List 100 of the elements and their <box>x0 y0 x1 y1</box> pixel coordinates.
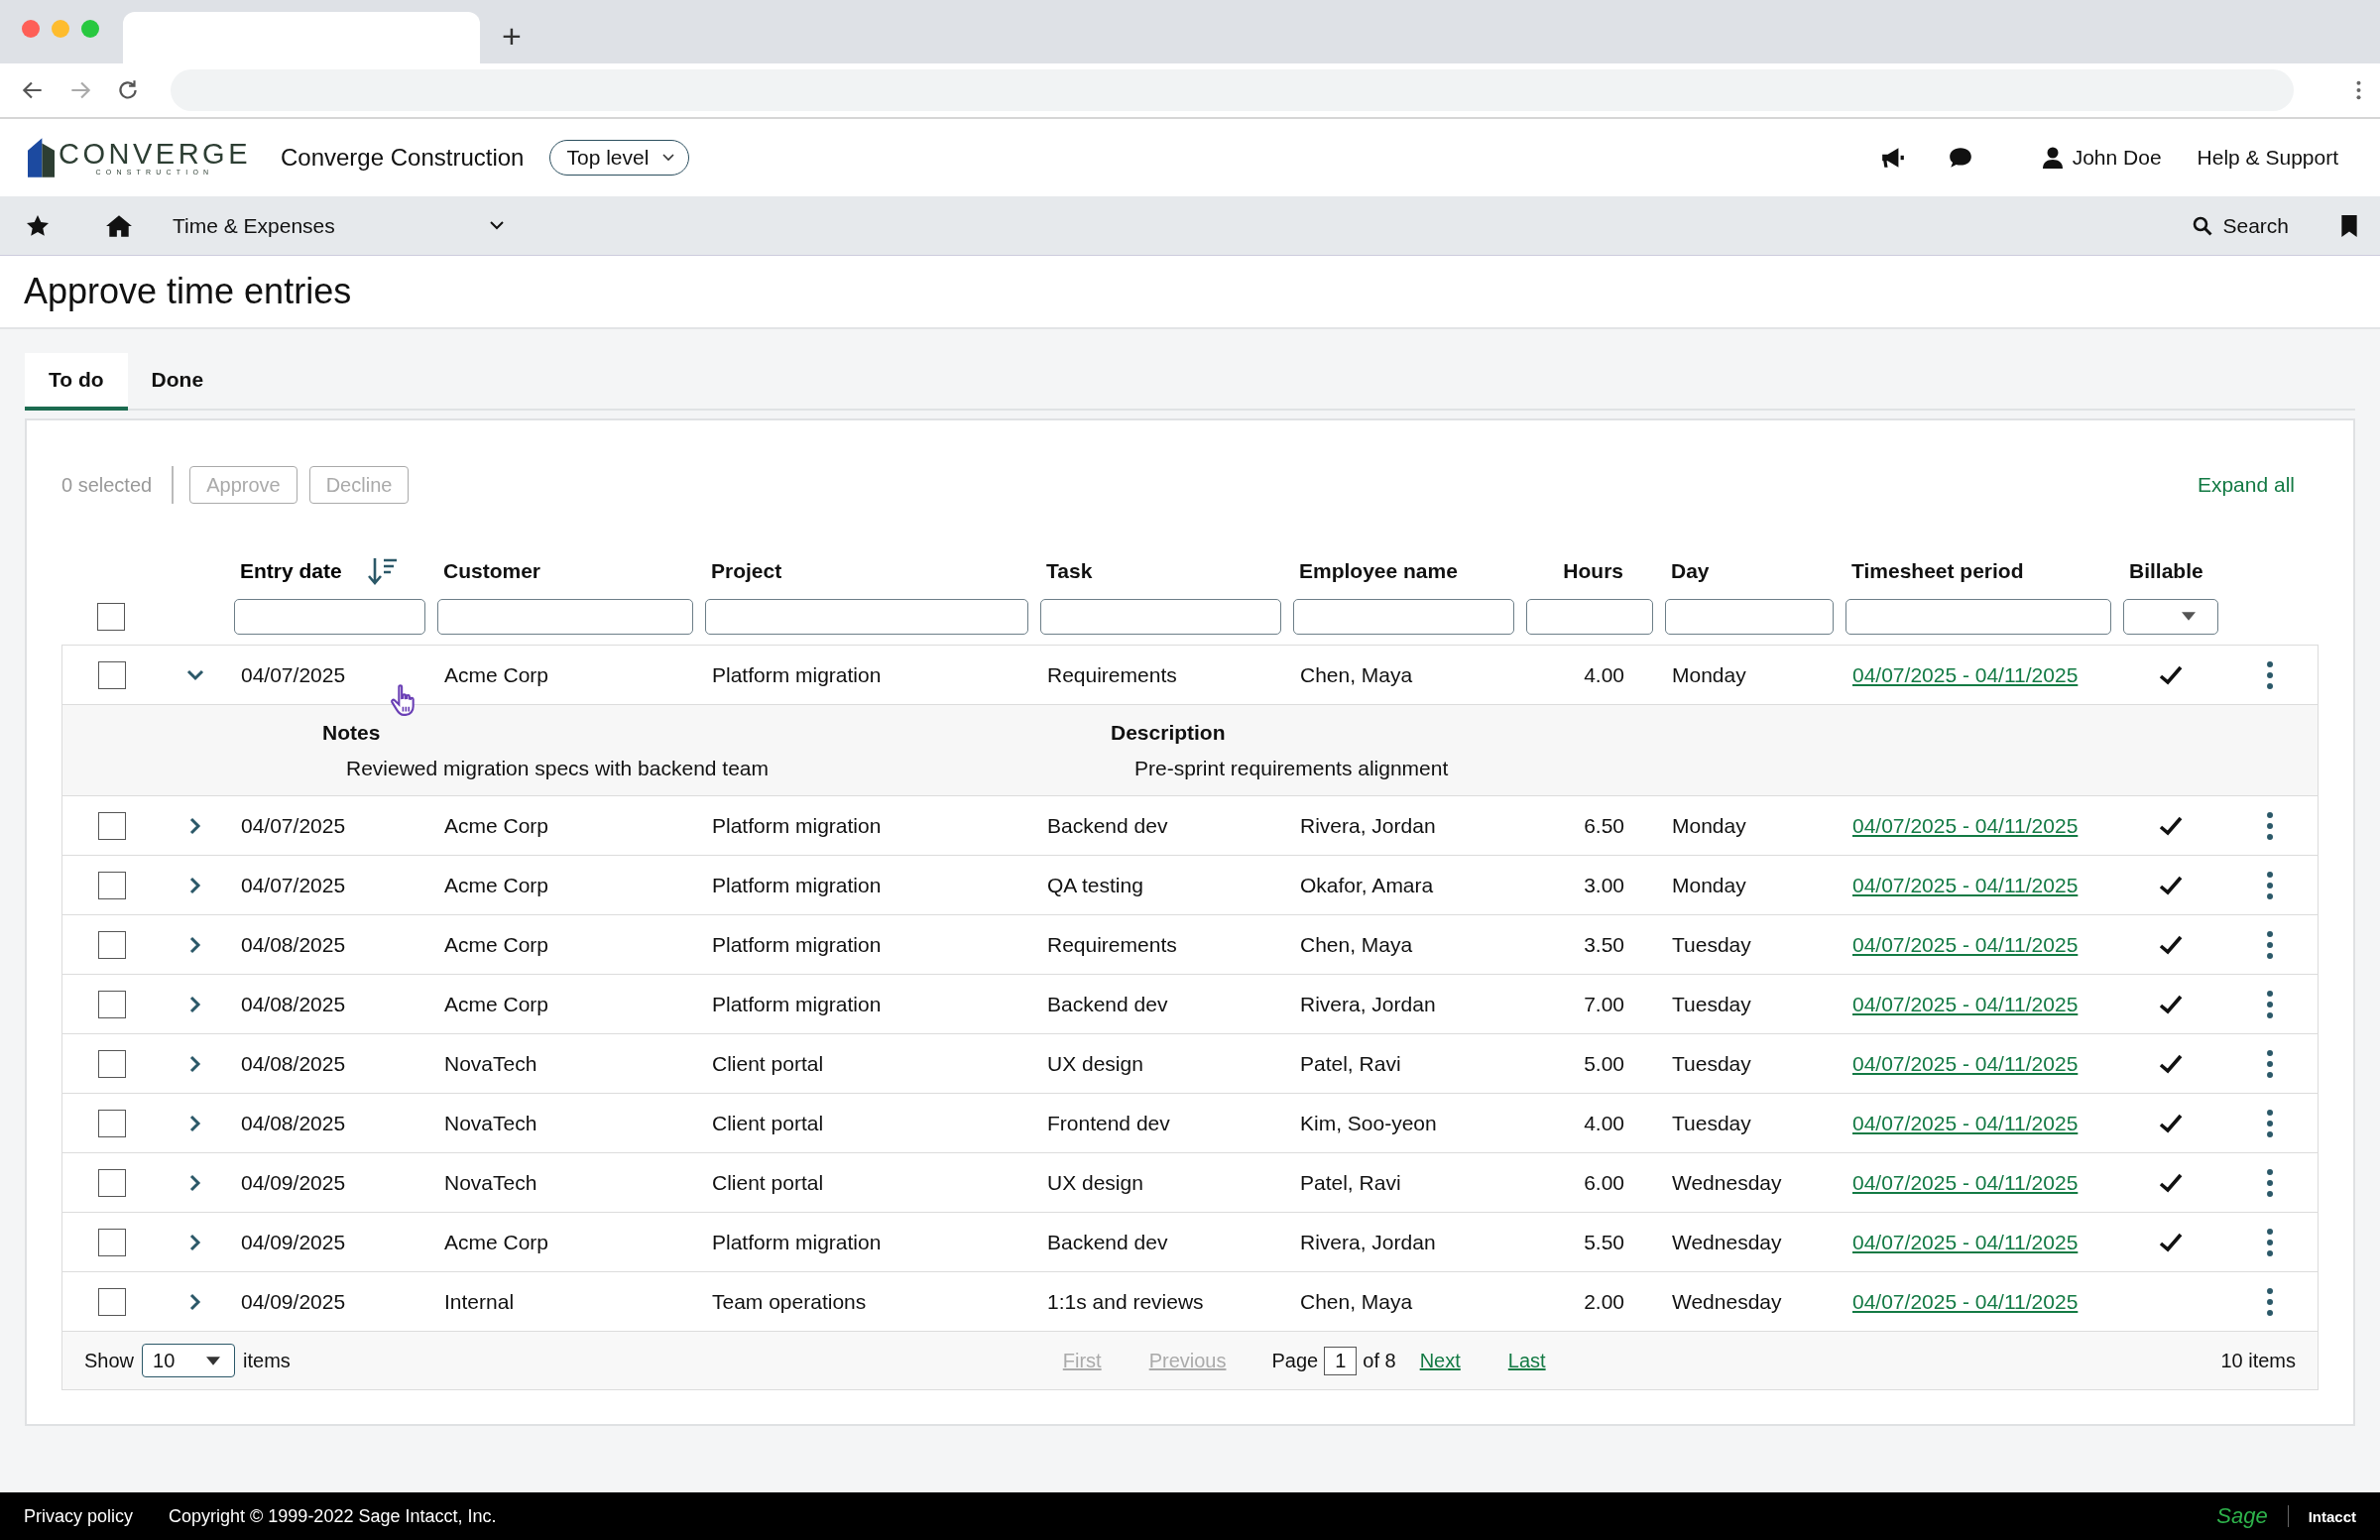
timesheet-period-link[interactable]: 04/07/2025 - 04/11/2025 <box>1852 992 2079 1015</box>
timesheet-period-link[interactable]: 04/07/2025 - 04/11/2025 <box>1852 662 2079 686</box>
more-options-icon[interactable] <box>2267 659 2273 690</box>
more-options-icon[interactable] <box>2267 1167 2273 1198</box>
more-options-icon[interactable] <box>2267 1286 2273 1317</box>
column-header[interactable]: Hours <box>1563 559 1623 583</box>
chevron-right-icon[interactable] <box>189 1114 201 1132</box>
filter-field[interactable] <box>1845 598 2111 635</box>
table-cell: Tuesday <box>1672 932 1751 956</box>
filter-field[interactable] <box>437 598 693 635</box>
pagination-link[interactable]: Next <box>1419 1349 1461 1372</box>
column-header[interactable]: Day <box>1671 559 1710 583</box>
page-size-select[interactable]: 10 <box>142 1344 236 1377</box>
table-cell: Wednesday <box>1672 1289 1782 1313</box>
filter-field[interactable] <box>234 598 425 635</box>
chevron-right-icon[interactable] <box>189 1233 201 1251</box>
row-checkbox[interactable] <box>98 1168 126 1197</box>
bookmark-icon[interactable] <box>2340 213 2358 238</box>
timesheet-period-link[interactable]: 04/07/2025 - 04/11/2025 <box>1852 813 2079 837</box>
table-cell: NovaTech <box>444 1051 537 1075</box>
column-header[interactable]: Task <box>1046 559 1093 583</box>
tab[interactable]: Done <box>127 353 228 411</box>
user-icon[interactable] <box>2042 147 2063 169</box>
table-cell: Acme Corp <box>444 992 549 1015</box>
row-checkbox[interactable] <box>98 1109 126 1137</box>
more-options-icon[interactable] <box>2267 1227 2273 1257</box>
chevron-right-icon[interactable] <box>189 935 201 954</box>
column-header[interactable]: Entry date <box>240 559 342 583</box>
table-cell: UX design <box>1047 1051 1143 1075</box>
close-window-dot[interactable] <box>22 20 40 38</box>
select-all-checkbox[interactable] <box>97 602 125 631</box>
timesheet-period-link[interactable]: 04/07/2025 - 04/11/2025 <box>1852 1289 2079 1313</box>
table-cell: Rivera, Jordan <box>1300 1230 1436 1253</box>
level-select[interactable]: Top level <box>549 140 690 176</box>
column-header[interactable]: Billable <box>2129 559 2203 583</box>
star-icon[interactable] <box>26 213 50 238</box>
row-checkbox[interactable] <box>98 811 126 840</box>
table-cell: 04/08/2025 <box>241 1111 346 1134</box>
caret-icon[interactable] <box>206 1356 221 1365</box>
row-checkbox[interactable] <box>98 1228 126 1256</box>
column-header[interactable]: Employee name <box>1299 559 1458 583</box>
table-cell: 4.00 <box>1584 1111 1624 1134</box>
chevron-down-icon[interactable] <box>489 221 504 230</box>
filter-field[interactable] <box>1293 598 1514 635</box>
caret-icon[interactable] <box>662 154 675 162</box>
chevron-down-icon[interactable] <box>186 668 204 681</box>
pagination-link[interactable]: Last <box>1507 1349 1546 1372</box>
chevron-right-icon[interactable] <box>189 1173 201 1192</box>
more-options-icon[interactable] <box>2267 929 2273 960</box>
timesheet-period-link[interactable]: 04/07/2025 - 04/11/2025 <box>1852 1230 2079 1253</box>
row-checkbox[interactable] <box>98 990 126 1018</box>
row-checkbox[interactable] <box>98 1287 126 1316</box>
module-menu[interactable]: Time & Expenses <box>173 213 335 238</box>
column-header[interactable]: Project <box>711 559 782 583</box>
filter-field[interactable] <box>1526 598 1653 635</box>
minimize-window-dot[interactable] <box>52 20 69 38</box>
timesheet-period-link[interactable]: 04/07/2025 - 04/11/2025 <box>1852 1111 2079 1134</box>
expand-all-link[interactable]: Expand all <box>2197 473 2295 497</box>
new-tab-button[interactable]: + <box>502 17 522 56</box>
row-checkbox[interactable] <box>98 930 126 959</box>
row-checkbox[interactable] <box>98 871 126 899</box>
home-icon[interactable] <box>105 213 133 238</box>
timesheet-period-link[interactable]: 04/07/2025 - 04/11/2025 <box>1852 1051 2079 1075</box>
privacy-link[interactable]: Privacy policy <box>24 1505 134 1527</box>
more-options-icon[interactable] <box>2267 1048 2273 1079</box>
row-checkbox[interactable] <box>98 660 126 689</box>
row-checkbox[interactable] <box>98 1049 126 1078</box>
table-cell: Tuesday <box>1672 1111 1751 1134</box>
chevron-right-icon[interactable] <box>189 1054 201 1073</box>
more-options-icon[interactable] <box>2267 870 2273 900</box>
timesheet-period-link[interactable]: 04/07/2025 - 04/11/2025 <box>1852 1170 2079 1194</box>
filter-field[interactable] <box>1665 598 1834 635</box>
table-cell: Rivera, Jordan <box>1300 813 1436 837</box>
more-options-icon[interactable] <box>2267 1108 2273 1138</box>
filter-field[interactable] <box>705 598 1028 635</box>
caret-icon[interactable] <box>2182 612 2196 621</box>
chevron-right-icon[interactable] <box>189 1292 201 1311</box>
table-cell: Tuesday <box>1672 992 1751 1015</box>
browser-menu-icon[interactable] <box>2355 79 2362 101</box>
timesheet-period-link[interactable]: 04/07/2025 - 04/11/2025 <box>1852 873 2079 896</box>
column-header[interactable]: Customer <box>443 559 541 583</box>
search-button[interactable]: Search <box>2193 213 2289 238</box>
filter-field[interactable] <box>1040 598 1281 635</box>
brand-logo: Sage <box>2216 1503 2268 1529</box>
page-number-field[interactable]: 1 <box>1324 1346 1358 1375</box>
maximize-window-dot[interactable] <box>81 20 99 38</box>
chevron-right-icon[interactable] <box>189 876 201 894</box>
search-icon[interactable] <box>2193 215 2213 236</box>
sort-descending-icon[interactable] <box>367 556 398 586</box>
more-options-icon[interactable] <box>2267 989 2273 1019</box>
filter-dropdown[interactable] <box>2123 598 2218 635</box>
column-header[interactable]: Timesheet period <box>1851 559 2024 583</box>
chat-bubble-icon[interactable] <box>1947 145 1973 171</box>
help-link[interactable]: Help & Support <box>2197 146 2338 170</box>
more-options-icon[interactable] <box>2267 810 2273 841</box>
chevron-right-icon[interactable] <box>189 816 201 835</box>
chevron-right-icon[interactable] <box>189 995 201 1013</box>
timesheet-period-link[interactable]: 04/07/2025 - 04/11/2025 <box>1852 932 2079 956</box>
tab[interactable]: To do <box>25 353 128 411</box>
user-name[interactable]: John Doe <box>2072 146 2162 170</box>
